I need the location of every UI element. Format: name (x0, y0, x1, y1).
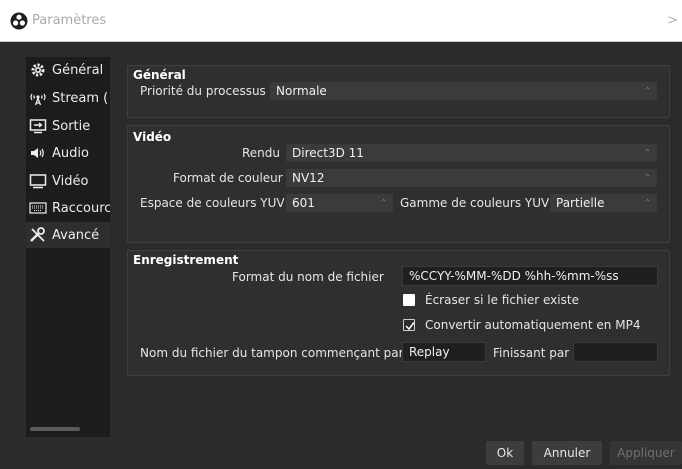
window-title: Paramètres (32, 13, 107, 28)
renderer-select[interactable]: Direct3D 11 ⌃ (286, 144, 657, 162)
sidebar-item-video[interactable]: Vidéo (26, 168, 110, 194)
updown-arrows-icon: ⌃ (380, 198, 387, 207)
group-title: Enregistrement (133, 253, 239, 267)
sidebar-item-general[interactable]: Général (26, 57, 110, 83)
replay-suffix-input[interactable] (573, 342, 658, 362)
sidebar-scrollbar[interactable] (30, 427, 80, 431)
updown-arrows-icon: ⌃ (644, 198, 651, 207)
output-icon (28, 118, 48, 134)
general-group: Général Priorité du processus Normale ⌃ (127, 65, 670, 118)
auto-remux-label[interactable]: Convertir automatiquement en MP4 (425, 318, 640, 332)
filename-format-label: Format du nom de fichier (232, 270, 384, 284)
sidebar-item-label: Stream ( (52, 90, 109, 106)
select-value: NV12 (292, 171, 325, 185)
recording-group: Enregistrement Format du nom de fichier … (127, 250, 670, 376)
yuv-range-select[interactable]: Partielle ⌃ (550, 194, 657, 212)
updown-arrows-icon: ⌃ (644, 148, 651, 157)
input-value: %CCYY-%MM-%DD %hh-%mm-%ss (409, 269, 619, 283)
yuv-space-select[interactable]: 601 ⌃ (286, 194, 393, 212)
filename-format-input[interactable]: %CCYY-%MM-%DD %hh-%mm-%ss (402, 266, 658, 286)
updown-arrows-icon: ⌃ (644, 86, 651, 95)
sidebar-item-label: Vidéo (52, 173, 89, 189)
sidebar-item-label: Audio (52, 145, 89, 161)
sidebar-item-hotkeys[interactable]: Raccourc (26, 195, 110, 221)
updown-arrows-icon: ⌃ (644, 173, 651, 182)
overwrite-label[interactable]: Écraser si le fichier existe (425, 293, 579, 307)
renderer-label: Rendu (242, 146, 281, 160)
sidebar-item-audio[interactable]: Audio (26, 140, 110, 166)
select-value: Normale (276, 84, 327, 98)
checkmark-icon (405, 322, 415, 331)
sidebar-item-stream[interactable]: Stream ( (26, 85, 110, 111)
replay-prefix-input[interactable]: Replay (402, 342, 486, 362)
select-value: 601 (292, 196, 315, 210)
auto-remux-checkbox[interactable] (403, 319, 415, 331)
process-priority-label: Priorité du processus (140, 84, 266, 98)
monitor-icon (28, 173, 48, 189)
sidebar-item-label: Général (52, 62, 104, 78)
gear-icon (28, 62, 48, 78)
video-group: Vidéo Rendu Direct3D 11 ⌃ Format de coul… (127, 125, 670, 243)
cancel-button[interactable]: Annuler (532, 441, 602, 465)
keyboard-icon (28, 200, 48, 216)
speaker-icon (28, 145, 48, 161)
broadcast-icon (28, 90, 48, 106)
overwrite-checkbox[interactable] (403, 294, 415, 306)
settings-sidebar: Général Stream ( Sortie Audio Vidéo Racc… (26, 57, 110, 437)
process-priority-select[interactable]: Normale ⌃ (270, 82, 657, 100)
group-title: Vidéo (133, 130, 172, 144)
sidebar-item-output[interactable]: Sortie (26, 113, 110, 139)
group-title: Général (133, 68, 186, 82)
chevron-right-icon[interactable]: > (667, 13, 678, 28)
color-format-select[interactable]: NV12 ⌃ (286, 169, 657, 187)
input-value: Replay (409, 345, 450, 359)
tools-icon (28, 227, 48, 243)
sidebar-item-label: Avancé (52, 227, 100, 243)
title-bar: Paramètres > (0, 0, 682, 42)
sidebar-item-label: Sortie (52, 118, 91, 134)
obs-logo-icon (10, 12, 28, 30)
replay-prefix-label: Nom du fichier du tampon commençant par (140, 346, 404, 360)
yuv-range-label: Gamme de couleurs YUV (400, 196, 550, 210)
sidebar-item-label: Raccourc (52, 200, 110, 216)
replay-suffix-label: Finissant par (493, 346, 570, 360)
select-value: Direct3D 11 (292, 146, 364, 160)
sidebar-item-advanced[interactable]: Avancé (26, 222, 110, 248)
apply-button[interactable]: Appliquer (610, 441, 682, 465)
yuv-space-label: Espace de couleurs YUV (140, 196, 285, 210)
select-value: Partielle (556, 196, 605, 210)
ok-button[interactable]: Ok (486, 441, 524, 465)
color-format-label: Format de couleur (173, 171, 283, 185)
